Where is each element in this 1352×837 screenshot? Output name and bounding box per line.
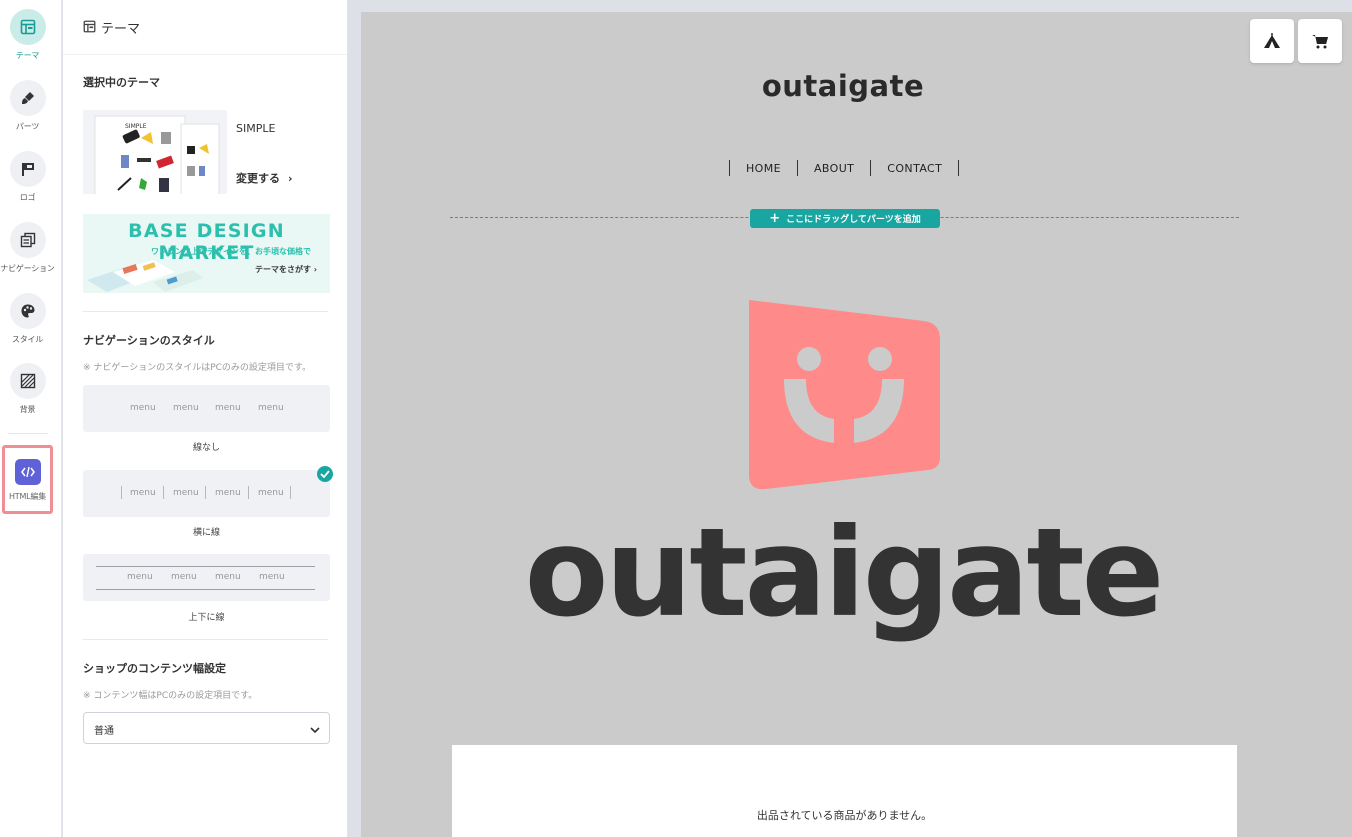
menu-sample: menu bbox=[258, 403, 284, 413]
rail-divider bbox=[8, 433, 48, 434]
tent-icon-button[interactable] bbox=[1250, 19, 1294, 63]
menu-divider bbox=[248, 486, 249, 499]
settings-panel: テーマ 選択中のテーマ SIMPLE SIMPLE 変更する › BASE DES… bbox=[63, 0, 348, 837]
drop-zone-label: ここにドラッグしてパーツを追加 bbox=[786, 215, 921, 225]
menu-sample: menu bbox=[173, 488, 199, 498]
empty-products-message: 出品されている商品がありません。 bbox=[756, 809, 933, 822]
chevron-right-icon: › bbox=[288, 172, 293, 185]
content-width-note: ※ コンテンツ幅はPCのみの設定項目です。 bbox=[83, 691, 258, 701]
menu-sample: menu bbox=[173, 403, 199, 413]
rail-item-parts[interactable]: パーツ bbox=[0, 80, 55, 132]
nav-style-note: ※ ナビゲーションのスタイルはPCのみの設定項目です。 bbox=[83, 363, 312, 373]
cart-icon bbox=[1311, 34, 1328, 48]
rail-item-navigation[interactable]: ナビゲーション bbox=[0, 222, 55, 274]
menu-divider bbox=[121, 486, 122, 499]
banner-link-label: テーマをさがす bbox=[255, 265, 311, 274]
palette-icon bbox=[9, 293, 46, 329]
menu-bottom-line bbox=[96, 589, 315, 590]
rail-item-logo[interactable]: ロゴ bbox=[0, 151, 55, 203]
theme-thumbnail[interactable]: SIMPLE bbox=[83, 110, 227, 194]
rail-item-background[interactable]: 背景 bbox=[0, 363, 55, 415]
code-icon bbox=[14, 459, 41, 485]
menu-sample: menu bbox=[171, 572, 197, 582]
menu-divider bbox=[205, 486, 206, 499]
rail-label-style: スタイル bbox=[11, 335, 44, 344]
menu-sample: menu bbox=[215, 572, 241, 582]
menu-sample: menu bbox=[130, 403, 156, 413]
nav-link-contact[interactable]: CONTACT bbox=[871, 162, 958, 175]
panel-title: テーマ bbox=[101, 22, 141, 37]
shop-nav: HOME ABOUT CONTACT bbox=[729, 159, 960, 177]
theme-icon bbox=[83, 18, 96, 37]
change-theme-label: 変更する bbox=[236, 172, 280, 185]
menu-sample: menu bbox=[127, 572, 153, 582]
rail-label-background: 背景 bbox=[19, 405, 36, 414]
menu-sample: menu bbox=[130, 488, 156, 498]
rail-item-theme[interactable]: テーマ bbox=[0, 9, 55, 61]
chevron-down-icon bbox=[309, 721, 321, 740]
menu-divider bbox=[290, 486, 291, 499]
content-width-heading: ショップのコンテンツ幅設定 bbox=[83, 662, 226, 675]
content-width-value: 普通 bbox=[94, 726, 114, 737]
section-divider bbox=[83, 639, 328, 640]
smile-logo-icon bbox=[749, 300, 940, 490]
selected-check-icon bbox=[317, 466, 333, 482]
rail-label-navigation: ナビゲーション bbox=[0, 264, 55, 273]
plus-icon: + bbox=[769, 211, 781, 226]
nav-style-label-no-line: 線なし bbox=[192, 443, 220, 453]
nav-style-option-side-line[interactable]: menu menu menu menu bbox=[83, 470, 330, 517]
banner-illustration bbox=[87, 260, 203, 292]
panel-header: テーマ bbox=[63, 0, 347, 55]
navigation-icon bbox=[9, 222, 46, 258]
nav-link-home[interactable]: HOME bbox=[730, 162, 797, 175]
logo-wordmark: outaigate bbox=[523, 512, 1165, 634]
html-edit-button[interactable]: HTML編集 bbox=[2, 445, 53, 514]
menu-sample: menu bbox=[258, 488, 284, 498]
html-edit-label: HTML編集 bbox=[8, 492, 47, 501]
rail-label-theme: テーマ bbox=[15, 51, 40, 60]
brush-icon bbox=[9, 80, 46, 116]
chevron-right-icon: › bbox=[313, 265, 318, 274]
nav-style-option-top-bottom-line[interactable]: menu menu menu menu bbox=[83, 554, 330, 601]
design-market-banner[interactable]: BASE DESIGN MARKET ワンランク上のデザインを、お手頃な価格で … bbox=[83, 214, 330, 293]
drop-zone-add-parts-button[interactable]: + ここにドラッグしてパーツを追加 bbox=[750, 209, 940, 228]
theme-icon bbox=[9, 9, 46, 45]
background-pattern-icon bbox=[9, 363, 46, 399]
menu-sample: menu bbox=[215, 403, 241, 413]
section-divider bbox=[83, 311, 328, 312]
menu-sample: menu bbox=[215, 488, 241, 498]
menu-divider bbox=[163, 486, 164, 499]
change-theme-link[interactable]: 変更する › bbox=[236, 170, 293, 186]
nav-style-heading: ナビゲーションのスタイル bbox=[83, 334, 215, 347]
nav-style-label-top-bottom-line: 上下に線 bbox=[188, 613, 225, 623]
theme-name: SIMPLE bbox=[236, 122, 276, 135]
menu-top-line bbox=[96, 566, 315, 567]
product-list-area: 出品されている商品がありません。 bbox=[452, 745, 1237, 837]
current-theme-heading: 選択中のテーマ bbox=[83, 76, 160, 89]
thumbnail-title: SIMPLE bbox=[125, 123, 147, 130]
content-width-select[interactable]: 普通 bbox=[83, 712, 330, 744]
nav-divider bbox=[958, 160, 960, 176]
shop-title[interactable]: outaigate bbox=[361, 69, 1325, 103]
cart-icon-button[interactable] bbox=[1298, 19, 1342, 63]
nav-style-label-side-line: 横に線 bbox=[192, 528, 220, 538]
nav-link-about[interactable]: ABOUT bbox=[798, 162, 870, 175]
rail-label-logo: ロゴ bbox=[19, 193, 36, 202]
nav-style-option-no-line[interactable]: menu menu menu menu bbox=[83, 385, 330, 432]
logo-wordmark-text: outaigate bbox=[524, 502, 1165, 644]
banner-link[interactable]: テーマをさがす › bbox=[255, 264, 317, 275]
flag-icon bbox=[9, 151, 46, 187]
rail-item-style[interactable]: スタイル bbox=[0, 293, 55, 345]
tent-icon bbox=[1264, 33, 1280, 48]
rail-label-parts: パーツ bbox=[15, 122, 40, 131]
icon-rail: テーマ パーツ ロゴ ナビゲーション スタイル 背景 HTML編集 bbox=[0, 0, 62, 837]
menu-sample: menu bbox=[259, 572, 285, 582]
shop-preview: outaigate HOME ABOUT CONTACT + ここにドラッグして… bbox=[361, 12, 1352, 837]
